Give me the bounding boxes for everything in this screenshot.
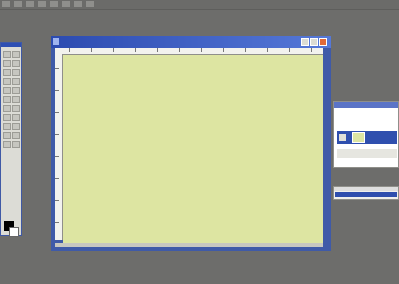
document-icon	[53, 38, 59, 45]
canvas[interactable]	[63, 55, 323, 243]
menu-item-view[interactable]	[74, 1, 82, 7]
navigator-palette	[333, 101, 399, 168]
eraser-tool-icon[interactable]	[3, 96, 11, 103]
ruler-tick	[289, 48, 290, 52]
navigator-palette-titlebar[interactable]	[334, 102, 398, 108]
eyedropper-tool-icon[interactable]	[12, 132, 20, 139]
document-status-bar	[55, 243, 323, 247]
ruler-tick	[267, 48, 268, 52]
menu-item-file[interactable]	[2, 1, 10, 7]
navigator-footer	[337, 149, 397, 158]
slice-tool-icon[interactable]	[12, 69, 20, 76]
ruler-tick	[157, 48, 158, 52]
hand-tool-icon[interactable]	[3, 141, 11, 148]
layer-visibility-icon[interactable]	[339, 134, 346, 141]
menu-item-window[interactable]	[86, 1, 94, 7]
history-brush-tool-icon[interactable]	[12, 87, 20, 94]
ruler-tick	[55, 90, 59, 91]
minimize-icon[interactable]	[301, 38, 309, 46]
ruler-tick	[201, 48, 202, 52]
healing-tool-icon[interactable]	[3, 78, 11, 85]
ruler-tick	[245, 48, 246, 52]
menu-item-edit[interactable]	[14, 1, 22, 7]
history-palette	[333, 186, 399, 200]
type-tool-icon[interactable]	[12, 114, 20, 121]
document-titlebar[interactable]	[51, 36, 331, 48]
workspace	[0, 0, 399, 284]
ruler-tick	[223, 48, 224, 52]
ruler-tick	[55, 112, 59, 113]
marquee-tool-icon[interactable]	[3, 51, 11, 58]
stamp-tool-icon[interactable]	[3, 87, 11, 94]
background-color-swatch[interactable]	[9, 227, 19, 237]
ruler-tick	[311, 48, 312, 52]
menu-item-layer[interactable]	[38, 1, 46, 7]
history-palette-titlebar[interactable]	[334, 187, 398, 191]
tools-palette	[0, 42, 22, 237]
move-tool-icon[interactable]	[12, 51, 20, 58]
ruler-tick	[69, 48, 70, 52]
blur-tool-icon[interactable]	[3, 105, 11, 112]
menu-item-select[interactable]	[50, 1, 58, 7]
ruler-tick	[55, 178, 59, 179]
close-icon[interactable]	[319, 38, 327, 46]
dodge-tool-icon[interactable]	[12, 105, 20, 112]
navigator-thumbnail[interactable]	[352, 132, 365, 143]
menu-bar	[0, 0, 399, 10]
notes-tool-icon[interactable]	[3, 132, 11, 139]
ruler-tick	[179, 48, 180, 52]
ruler-tick	[55, 134, 59, 135]
ruler-tick	[55, 156, 59, 157]
magic-wand-tool-icon[interactable]	[12, 60, 20, 67]
navigator-selected-row[interactable]	[337, 131, 397, 144]
vertical-ruler	[55, 54, 63, 240]
ruler-tick	[55, 200, 59, 201]
lasso-tool-icon[interactable]	[3, 60, 11, 67]
ruler-tick	[55, 222, 59, 223]
history-selected-row[interactable]	[335, 192, 397, 197]
shape-tool-icon[interactable]	[12, 123, 20, 130]
maximize-icon[interactable]	[310, 38, 318, 46]
crop-tool-icon[interactable]	[3, 69, 11, 76]
gradient-tool-icon[interactable]	[12, 96, 20, 103]
ruler-tick	[55, 68, 59, 69]
horizontal-ruler	[55, 48, 323, 55]
pen-tool-icon[interactable]	[3, 123, 11, 130]
path-select-tool-icon[interactable]	[3, 114, 11, 121]
menu-item-image[interactable]	[26, 1, 34, 7]
ruler-tick	[91, 48, 92, 52]
ruler-tick	[135, 48, 136, 52]
document-window	[51, 36, 331, 251]
menu-item-filter[interactable]	[62, 1, 70, 7]
ruler-tick	[113, 48, 114, 52]
brush-tool-icon[interactable]	[12, 78, 20, 85]
tools-palette-titlebar[interactable]	[1, 43, 21, 47]
zoom-tool-icon[interactable]	[12, 141, 20, 148]
